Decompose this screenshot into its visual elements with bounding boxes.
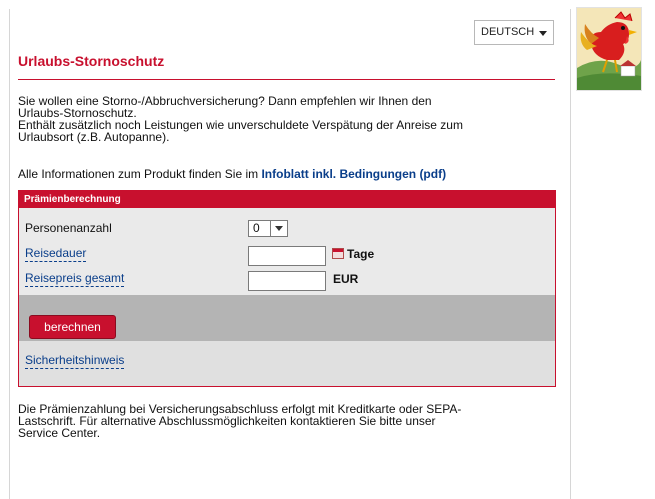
- calendar-icon[interactable]: [332, 248, 344, 259]
- price-label-link[interactable]: Reisepreis gesamt: [25, 271, 125, 287]
- chevron-down-icon: [270, 221, 287, 236]
- calculator-fields: Personenanzahl 0 Reisedauer Tage Reisepr…: [19, 208, 555, 295]
- page-title: Urlaubs-Stornoschutz: [18, 53, 165, 69]
- title-divider: [18, 79, 555, 80]
- action-bar: berechnen: [19, 295, 555, 341]
- price-unit: EUR: [333, 272, 359, 286]
- language-select-value: DEUTSCH: [481, 26, 535, 38]
- security-row: Sicherheitshinweis: [19, 341, 555, 386]
- intro-line: Urlaubsort (z.B. Autopanne).: [18, 130, 170, 144]
- security-notice-link[interactable]: Sicherheitshinweis: [25, 353, 125, 369]
- info-text: Alle Informationen zum Produkt finden Si…: [18, 167, 262, 181]
- payment-notice: Die Prämienzahlung bei Versicherungsabsc…: [18, 403, 558, 439]
- rooster-logo-icon: [576, 7, 642, 91]
- calculate-button[interactable]: berechnen: [29, 315, 116, 339]
- persons-select-value: 0: [253, 221, 260, 235]
- intro-text: Sie wollen eine Storno-/Abbruchversicher…: [18, 95, 558, 143]
- info-line: Alle Informationen zum Produkt finden Si…: [18, 167, 446, 181]
- persons-label: Personenanzahl: [25, 221, 112, 235]
- calculator-heading: Prämienberechnung: [19, 191, 555, 208]
- language-select[interactable]: DEUTSCH: [474, 20, 554, 45]
- duration-label-link[interactable]: Reisedauer: [25, 246, 87, 262]
- duration-unit: Tage: [347, 247, 375, 261]
- price-input[interactable]: [248, 271, 326, 291]
- infoblatt-link[interactable]: Infoblatt inkl. Bedingungen (pdf): [261, 167, 446, 181]
- persons-select[interactable]: 0: [248, 220, 288, 237]
- chevron-down-icon: [539, 31, 547, 36]
- payment-notice-line: Service Center.: [18, 426, 101, 440]
- premium-calculator: Prämienberechnung Personenanzahl 0 Reise…: [18, 190, 556, 387]
- duration-input[interactable]: [248, 246, 326, 266]
